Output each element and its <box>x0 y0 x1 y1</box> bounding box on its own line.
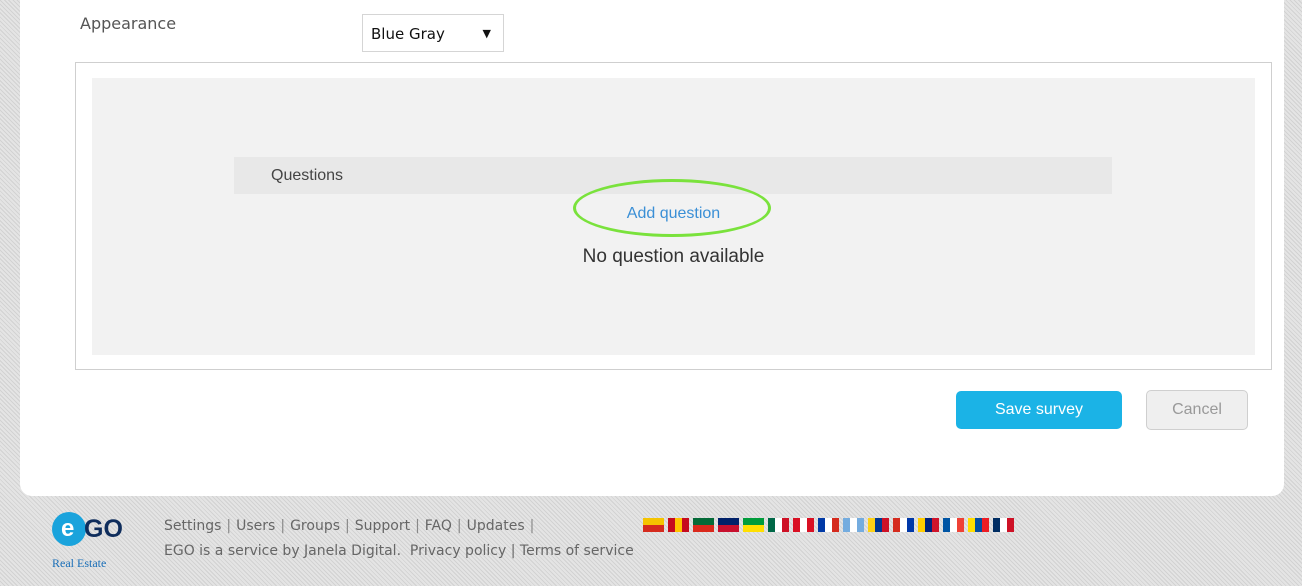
add-question-link[interactable]: Add question <box>92 205 1255 223</box>
chile-flag-icon[interactable] <box>818 518 839 532</box>
footer-link-groups[interactable]: Groups <box>290 518 340 534</box>
footer-link-settings[interactable]: Settings <box>164 518 221 534</box>
ecuador-flag-icon[interactable] <box>968 518 989 532</box>
footer-nav: Settings | Users | Groups | Support | FAQ | Update… <box>164 518 535 534</box>
portugal-flag-icon[interactable] <box>693 518 714 532</box>
dominican-republic-flag-icon[interactable] <box>993 518 1014 532</box>
uk-flag-icon[interactable] <box>718 518 739 532</box>
mexico-flag-icon[interactable] <box>768 518 789 532</box>
dropdown-arrow-icon: ▼ <box>482 27 491 40</box>
argentina-flag-icon[interactable] <box>843 518 864 532</box>
france-flag-icon[interactable] <box>943 518 964 532</box>
footer-link-support[interactable]: Support <box>355 518 410 534</box>
terms-of-service-link[interactable]: Terms of service <box>520 543 634 559</box>
footer-credit: EGO is a service by Janela Digital. Priv… <box>164 543 634 559</box>
language-flags <box>643 518 1018 534</box>
colombia-flag-icon[interactable] <box>868 518 889 532</box>
footer-link-users[interactable]: Users <box>236 518 275 534</box>
cancel-button[interactable]: Cancel <box>1146 390 1248 430</box>
save-survey-button[interactable]: Save survey <box>956 391 1122 429</box>
empty-questions-message: No question available <box>582 246 765 267</box>
peru-flag-icon[interactable] <box>793 518 814 532</box>
survey-editor: Questions Add question No question avail… <box>75 62 1272 370</box>
ego-logo[interactable]: e GO Real Estate <box>52 512 142 578</box>
survey-panel: Appearance Blue Gray ▼ Questions Add que… <box>20 0 1284 496</box>
ego-logo-mark-icon: e <box>52 512 86 546</box>
survey-content-area: Questions Add question No question avail… <box>92 78 1255 355</box>
paraguay-flag-icon[interactable] <box>893 518 914 532</box>
venezuela-flag-icon[interactable] <box>918 518 939 532</box>
privacy-policy-link[interactable]: Privacy policy <box>410 543 506 559</box>
appearance-selected-value: Blue Gray <box>371 25 445 43</box>
spain-flag-icon[interactable] <box>668 518 689 532</box>
catalonia-flag-icon[interactable] <box>643 518 664 532</box>
brazil-flag-icon[interactable] <box>743 518 764 532</box>
appearance-select[interactable]: Blue Gray ▼ <box>362 14 504 52</box>
footer-link-faq[interactable]: FAQ <box>425 518 452 534</box>
footer-link-updates[interactable]: Updates <box>467 518 525 534</box>
questions-title: Questions <box>271 167 344 184</box>
ego-logo-subtitle: Real Estate <box>52 556 107 570</box>
footer-credit-text: EGO is a service by Janela Digital. <box>164 543 402 559</box>
appearance-label: Appearance <box>80 14 177 33</box>
ego-logo-text: GO <box>84 515 123 543</box>
